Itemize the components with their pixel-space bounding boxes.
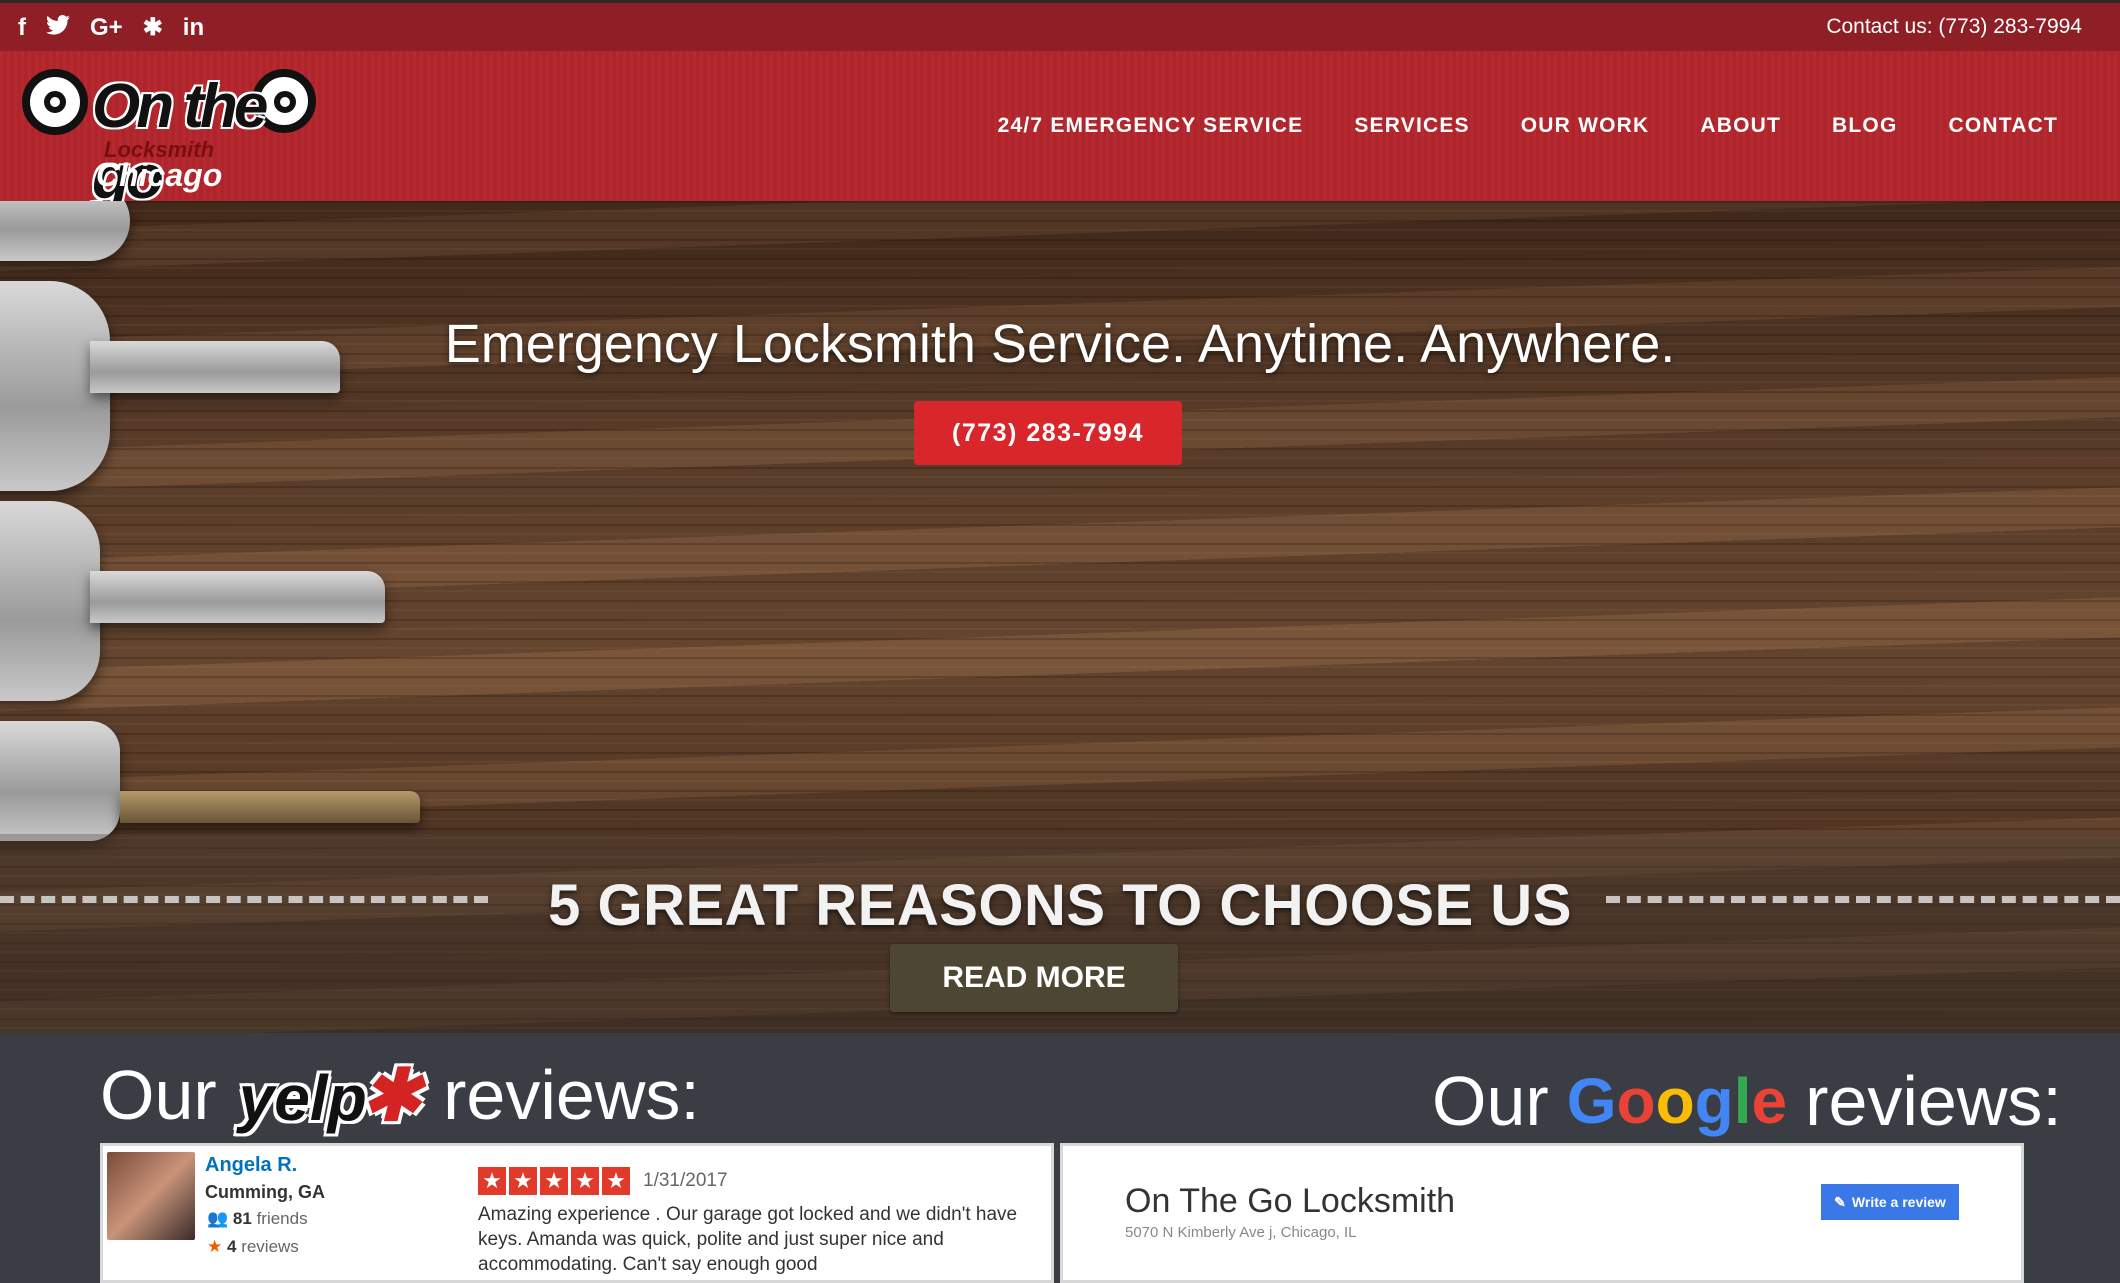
yelp-heading-suffix: reviews:	[443, 1056, 700, 1134]
top-bar: f G+ ✱ in Contact us: (773) 283-7994	[0, 0, 2120, 51]
yelp-burst-icon: ✱	[360, 1056, 422, 1136]
reviewer-name[interactable]: Angela R.	[205, 1154, 297, 1177]
twitter-icon[interactable]	[46, 14, 70, 42]
google-review-card: On The Go Locksmith 5070 N Kimberly Ave …	[1060, 1143, 2024, 1283]
nav-about[interactable]: ABOUT	[1700, 114, 1781, 138]
yelp-logo: yelp✱	[239, 1053, 421, 1137]
site-header: On the go Locksmith Chicago 24/7 EMERGEN…	[0, 51, 2120, 212]
main-nav: 24/7 EMERGENCY SERVICE SERVICES OUR WORK…	[998, 114, 2058, 138]
google-plus-icon[interactable]: G+	[90, 14, 123, 42]
review-date: 1/31/2017	[643, 1170, 728, 1191]
nav-blog[interactable]: BLOG	[1832, 114, 1897, 138]
star-icon: ★	[571, 1167, 599, 1195]
pencil-icon: ✎	[1834, 1193, 1846, 1210]
reasons-title: 5 GREAT REASONS TO CHOOSE US	[548, 873, 1572, 938]
reviews-section: Our yelp✱ reviews: Our Google reviews: A…	[0, 1033, 2120, 1283]
reasons-band: 5 GREAT REASONS TO CHOOSE US READ MORE	[0, 834, 2120, 1033]
yelp-reviews-heading: Our yelp✱ reviews:	[100, 1053, 700, 1137]
google-heading-suffix: reviews:	[1805, 1062, 2062, 1140]
yelp-heading-prefix: Our	[100, 1056, 217, 1134]
nav-contact[interactable]: CONTACT	[1949, 114, 2059, 138]
friends-icon: 👥	[207, 1209, 229, 1228]
star-icon: ★	[602, 1167, 630, 1195]
google-heading-prefix: Our	[1432, 1062, 1549, 1140]
reviewer-friends: 👥 81 friends	[207, 1209, 308, 1228]
hero-section: Emergency Locksmith Service. Anytime. An…	[0, 201, 2120, 1033]
rating-stars: ★ ★ ★ ★ ★	[478, 1167, 630, 1195]
star-icon: ★	[540, 1167, 568, 1195]
yelp-review-card: Angela R. Cumming, GA 👥 81 friends ★ 4 r…	[100, 1143, 1054, 1283]
linkedin-icon[interactable]: in	[183, 14, 204, 42]
hero-title: Emergency Locksmith Service. Anytime. An…	[444, 314, 1676, 374]
nav-services[interactable]: SERVICES	[1354, 114, 1469, 138]
reviewer-review-count: ★ 4 reviews	[207, 1237, 299, 1256]
read-more-button[interactable]: READ MORE	[890, 944, 1178, 1012]
top-contact-phone[interactable]: Contact us: (773) 283-7994	[1826, 15, 2082, 39]
reviewer-location: Cumming, GA	[205, 1182, 325, 1202]
hero-phone-button[interactable]: (773) 283-7994	[914, 401, 1182, 465]
nav-our-work[interactable]: OUR WORK	[1521, 114, 1650, 138]
write-review-button[interactable]: ✎ Write a review	[1821, 1184, 1959, 1220]
keys-image	[0, 201, 440, 841]
facebook-icon[interactable]: f	[18, 14, 26, 42]
google-business-address: 5070 N Kimberly Ave j, Chicago, IL	[1125, 1224, 1357, 1241]
site-logo[interactable]: On the go Locksmith Chicago	[22, 59, 332, 212]
yelp-icon[interactable]: ✱	[143, 13, 163, 42]
nav-emergency-service[interactable]: 24/7 EMERGENCY SERVICE	[998, 114, 1304, 138]
star-icon: ★	[509, 1167, 537, 1195]
star-icon: ★	[478, 1167, 506, 1195]
review-text: Amazing experience . Our garage got lock…	[478, 1204, 1018, 1275]
logo-city: Chicago	[96, 157, 223, 193]
logo-wheel-left-icon	[22, 69, 88, 135]
google-logo: Google	[1566, 1065, 1788, 1137]
google-business-name[interactable]: On The Go Locksmith	[1125, 1182, 1455, 1221]
social-links: f G+ ✱ in	[18, 13, 204, 42]
google-reviews-heading: Our Google reviews:	[1432, 1061, 2062, 1141]
reviewer-avatar[interactable]	[107, 1152, 195, 1240]
review-star-icon: ★	[207, 1237, 223, 1256]
